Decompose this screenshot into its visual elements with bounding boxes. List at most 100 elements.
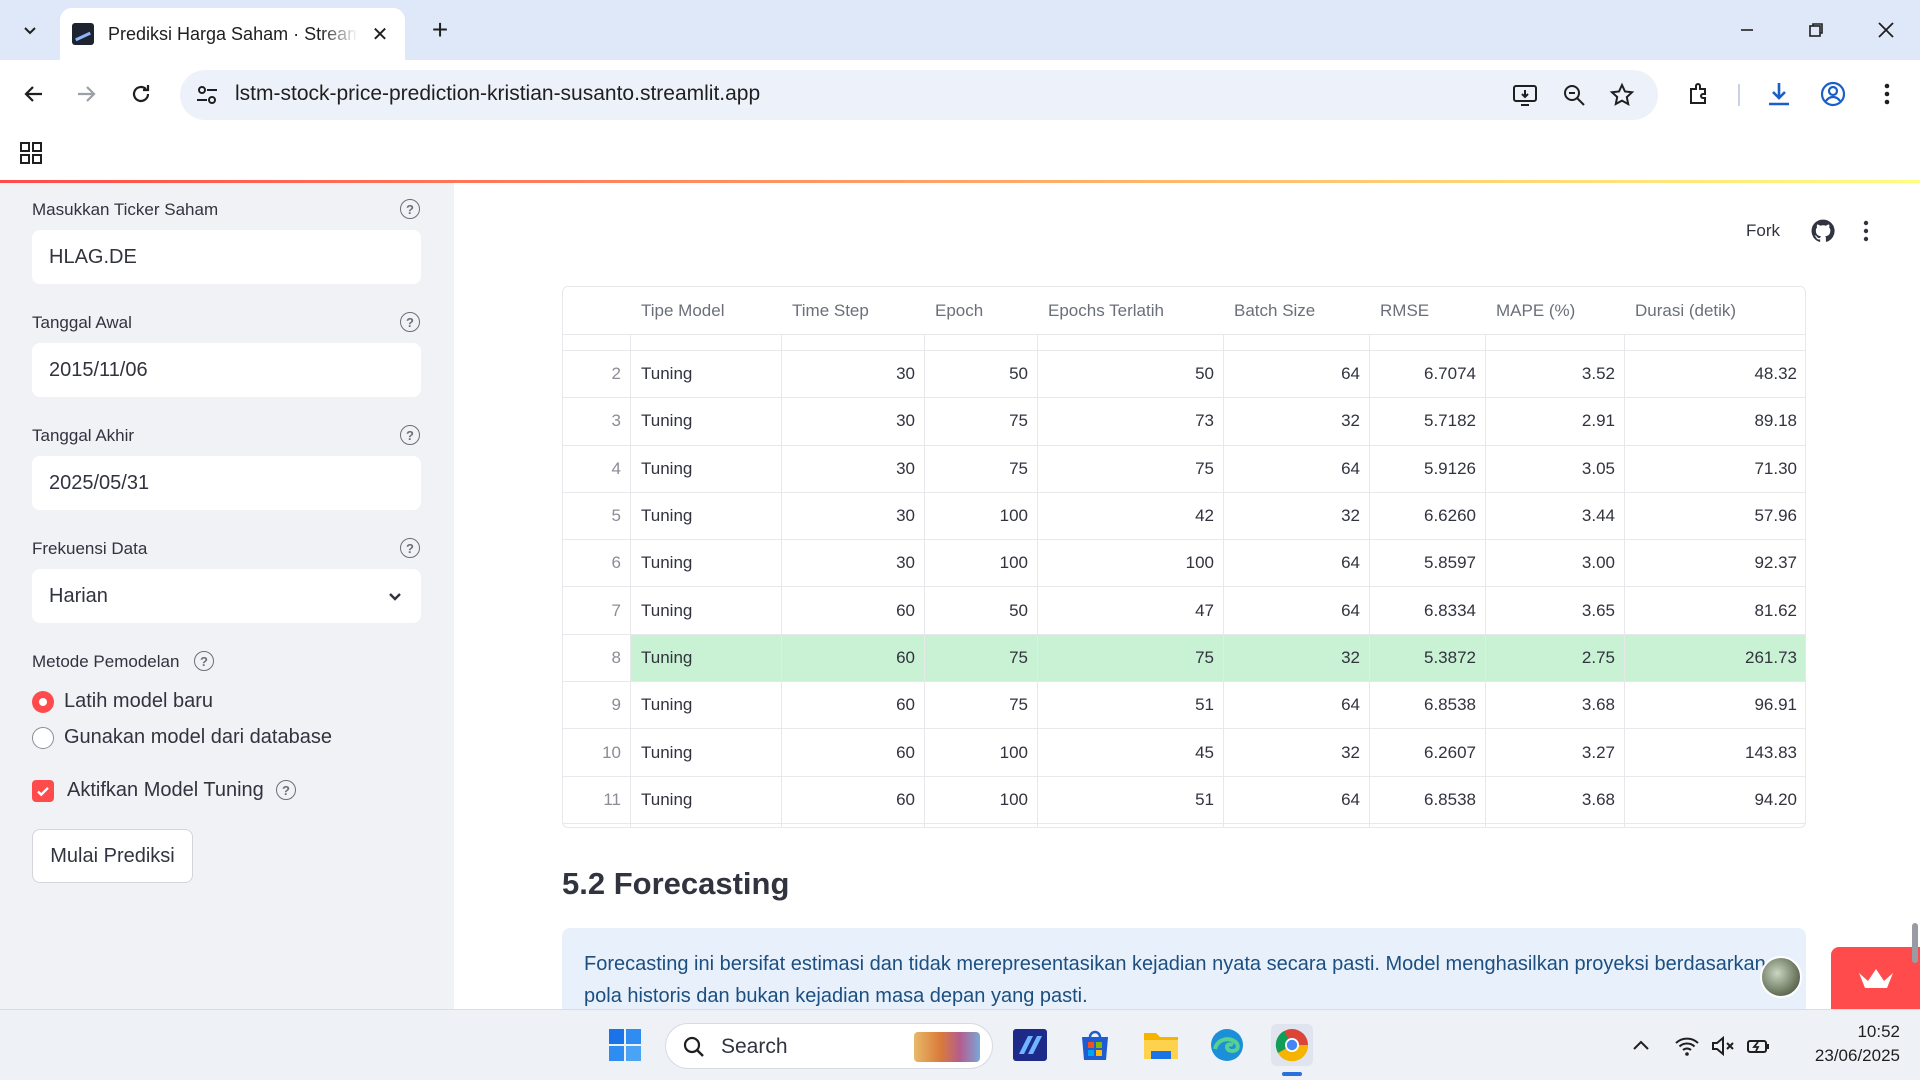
ticker-input[interactable]: HLAG.DE (32, 230, 421, 284)
table-cell[interactable]: 143.83 (1625, 729, 1805, 775)
table-cell[interactable]: Tuning (631, 634, 782, 682)
table-cell[interactable]: 100 (925, 729, 1038, 775)
back-icon[interactable] (16, 76, 52, 112)
wifi-icon[interactable] (1674, 1033, 1700, 1059)
install-app-icon[interactable] (1512, 82, 1538, 108)
row-index[interactable]: 8 (563, 635, 631, 681)
table-cell[interactable]: 75 (925, 634, 1038, 682)
table-cell[interactable]: 6.7074 (1370, 351, 1486, 397)
table-cell[interactable]: Tuning (631, 777, 782, 823)
table-cell[interactable]: 6.8334 (1370, 588, 1486, 634)
table-row[interactable]: 9 Tuning 60 75 51 64 6.8538 3.68 96.91 (563, 682, 1805, 730)
table-cell[interactable]: 60 (782, 634, 925, 682)
chevron-up-icon[interactable] (1628, 1033, 1654, 1059)
tab-close-icon[interactable]: ✕ (367, 21, 393, 47)
table-cell[interactable]: 2.91 (1486, 398, 1625, 444)
taskbar-search[interactable]: Search (665, 1023, 993, 1069)
table-cell[interactable]: 100 (1038, 540, 1224, 586)
table-cell[interactable]: 45 (1038, 729, 1224, 775)
table-cell[interactable]: Tuning (631, 446, 782, 492)
table-cell[interactable]: 3.44 (1486, 493, 1625, 539)
table-row[interactable]: 11 Tuning 60 100 51 64 6.8538 3.68 94.20 (563, 777, 1805, 824)
column-header[interactable]: Tipe Model (631, 287, 782, 335)
table-cell[interactable]: 3.27 (1486, 729, 1625, 775)
table-cell[interactable]: Tuning (631, 398, 782, 444)
column-header[interactable]: RMSE (1370, 287, 1486, 335)
table-row[interactable]: 2 Tuning 30 50 50 64 6.7074 3.52 48.32 (563, 351, 1805, 399)
table-cell[interactable]: 50 (1038, 351, 1224, 397)
column-header[interactable]: MAPE (%) (1486, 287, 1625, 335)
address-bar[interactable]: lstm-stock-price-prediction-kristian-sus… (180, 70, 1658, 120)
tuning-label[interactable]: Aktifkan Model Tuning (67, 779, 264, 802)
help-icon[interactable]: ? (400, 538, 420, 558)
table-cell[interactable]: 100 (925, 493, 1038, 539)
table-cell[interactable]: 64 (1224, 446, 1370, 492)
help-icon[interactable]: ? (276, 780, 296, 800)
table-cell[interactable]: 75 (1038, 634, 1224, 682)
table-cell[interactable]: 3.52 (1486, 351, 1625, 397)
table-cell[interactable]: 32 (1224, 634, 1370, 682)
table-cell[interactable]: 71.30 (1625, 446, 1805, 492)
user-avatar[interactable] (1760, 956, 1802, 998)
table-cell[interactable]: 60 (782, 729, 925, 775)
speaker-muted-icon[interactable] (1710, 1033, 1736, 1059)
help-icon[interactable]: ? (400, 312, 420, 332)
table-cell[interactable]: 96.91 (1625, 682, 1805, 728)
system-clock[interactable]: 10:52 23/06/2025 (1790, 1020, 1900, 1068)
table-cell[interactable]: 51 (1038, 777, 1224, 823)
table-cell[interactable]: 64 (1224, 540, 1370, 586)
table-cell[interactable]: 6.8538 (1370, 682, 1486, 728)
row-index[interactable]: 7 (563, 588, 631, 634)
table-row[interactable]: 5 Tuning 30 100 42 32 6.6260 3.44 57.96 (563, 493, 1805, 541)
table-cell[interactable]: 30 (782, 351, 925, 397)
row-index[interactable]: 10 (563, 729, 631, 775)
column-header[interactable]: Durasi (detik) (1625, 287, 1805, 335)
table-row[interactable]: 8 Tuning 60 75 75 32 5.3872 2.75 261.73 (563, 634, 1805, 683)
table-cell[interactable]: 32 (1224, 493, 1370, 539)
table-cell[interactable]: Tuning (631, 588, 782, 634)
microsoft-store-icon[interactable] (1074, 1024, 1116, 1066)
table-cell[interactable]: 30 (782, 540, 925, 586)
app-menu-icon[interactable] (1861, 219, 1871, 243)
column-header[interactable]: Epochs Terlatih (1038, 287, 1224, 335)
start-date-input[interactable]: 2015/11/06 (32, 343, 421, 397)
table-cell[interactable]: 3.68 (1486, 682, 1625, 728)
table-cell[interactable]: 32 (1224, 398, 1370, 444)
table-cell[interactable]: 2.75 (1486, 634, 1625, 682)
profile-icon[interactable] (1816, 77, 1850, 111)
reload-icon[interactable] (123, 76, 159, 112)
row-index[interactable]: 4 (563, 446, 631, 492)
row-index[interactable]: 6 (563, 540, 631, 586)
table-cell[interactable]: 42 (1038, 493, 1224, 539)
table-cell[interactable]: 64 (1224, 588, 1370, 634)
chrome-browser-icon[interactable] (1271, 1024, 1313, 1066)
site-settings-icon[interactable] (194, 82, 220, 108)
table-cell[interactable]: 50 (925, 351, 1038, 397)
table-cell[interactable]: 60 (782, 777, 925, 823)
table-cell[interactable]: 32 (1224, 729, 1370, 775)
table-cell[interactable]: 100 (925, 777, 1038, 823)
help-icon[interactable]: ? (400, 199, 420, 219)
table-cell[interactable]: Tuning (631, 351, 782, 397)
table-row[interactable]: 4 Tuning 30 75 75 64 5.9126 3.05 71.30 (563, 446, 1805, 493)
streamlit-badge[interactable] (1831, 947, 1920, 1009)
table-cell[interactable]: Tuning (631, 682, 782, 728)
table-cell[interactable]: 64 (1224, 777, 1370, 823)
table-cell[interactable]: 64 (1224, 351, 1370, 397)
browser-tab-active[interactable]: Prediksi Harga Saham · Streamlit ✕ (60, 8, 405, 60)
restore-icon[interactable] (1796, 10, 1836, 50)
radio-new-model-label[interactable]: Latih model baru (64, 690, 213, 713)
table-cell[interactable]: 261.73 (1625, 634, 1805, 682)
radio-new-model[interactable] (32, 691, 54, 713)
column-header[interactable]: Time Step (782, 287, 925, 335)
table-cell[interactable]: 50 (925, 588, 1038, 634)
table-cell[interactable]: 5.9126 (1370, 446, 1486, 492)
forward-icon[interactable] (68, 76, 104, 112)
radio-database-model[interactable] (32, 727, 54, 749)
table-cell[interactable]: 75 (1038, 446, 1224, 492)
table-cell[interactable]: 64 (1224, 682, 1370, 728)
row-index[interactable]: 2 (563, 351, 631, 397)
tuning-checkbox[interactable] (32, 780, 54, 802)
column-header[interactable]: Epoch (925, 287, 1038, 335)
github-icon[interactable] (1810, 218, 1836, 244)
